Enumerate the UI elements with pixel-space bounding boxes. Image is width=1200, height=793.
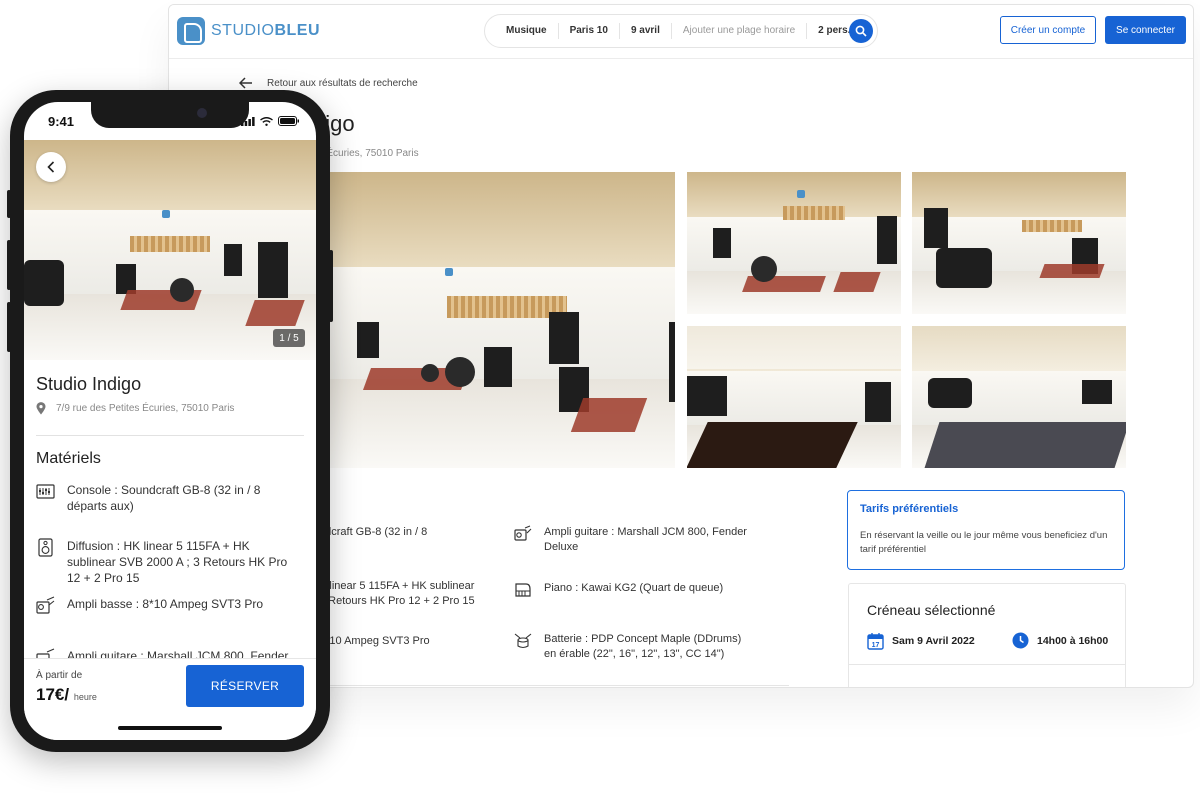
brand-name-bold: BLEU: [274, 22, 321, 39]
back-to-results-link[interactable]: Retour aux résultats de recherche: [239, 77, 418, 89]
equipment-text: Piano : Kawai KG2 (Quart de queue): [544, 582, 724, 594]
search-date[interactable]: 9 avril: [620, 23, 672, 39]
equipment-text: Batterie : PDP Concept Maple (DDrums) en…: [544, 633, 742, 660]
equipment-text: Diffusion : HK linear 5 115FA + HK subli…: [67, 539, 288, 585]
phone-screen: 9:41 1 / 5 Studio Indigo 7/9 rue des Pet…: [24, 102, 316, 740]
tarifs-text: En réservant la veille ou le jour même v…: [860, 530, 1108, 555]
slot-date[interactable]: 17 Sam 9 Avril 2022: [867, 632, 975, 650]
thumbnail-photo[interactable]: [687, 326, 901, 468]
equipment-item: Piano : Kawai KG2 (Quart de queue): [514, 581, 754, 599]
thumbnail-photo[interactable]: [912, 172, 1126, 314]
phone-studio-title: Studio Indigo: [36, 374, 142, 394]
guitar-amp-icon: [514, 525, 532, 541]
status-time: 9:41: [48, 114, 75, 129]
home-indicator: [118, 726, 222, 730]
brand-logo[interactable]: STUDIOBLEU: [177, 17, 320, 45]
divider: [319, 685, 789, 686]
phone-back-button[interactable]: [36, 152, 66, 182]
tarifs-title: Tarifs préférentiels: [860, 503, 959, 515]
equipment-item: Batterie : PDP Concept Maple (DDrums) en…: [514, 632, 754, 662]
thumbnail-photo[interactable]: [912, 326, 1126, 468]
clock-icon: [1012, 632, 1029, 649]
equipment-text: ndcraft GB-8 (32 in / 8: [319, 526, 428, 538]
equipment-item: ndcraft GB-8 (32 in / 8: [319, 525, 479, 540]
brand-name-light: STUDIO: [211, 22, 275, 39]
equipment-item: K linear 5 115FA + HK sublinear 8 Retour…: [319, 579, 519, 609]
price-value: 17€/ heure: [36, 685, 97, 704]
equipment-text: Console : Soundcraft GB-8 (32 in / 8 dép…: [67, 483, 261, 513]
slot-title: Créneau sélectionné: [867, 602, 996, 618]
back-label: Retour aux résultats de recherche: [267, 77, 418, 89]
equipment-item: Ampli basse : 8*10 Ampeg SVT3 Pro: [36, 596, 298, 615]
wifi-icon: [260, 116, 273, 126]
piano-icon: [515, 583, 531, 597]
equipment-item: Ampli guitare : Marshall JCM 800, Fender…: [514, 525, 754, 555]
equipment-section-title: Matériels: [36, 450, 101, 467]
chevron-left-icon: [47, 161, 55, 173]
phone-studio-address: 7/9 rue des Petites Écuries, 75010 Paris: [36, 402, 234, 415]
status-icons: [241, 116, 300, 126]
thumbnail-photo[interactable]: [687, 172, 901, 314]
drums-icon: [514, 633, 532, 649]
phone-gallery-photo[interactable]: [24, 140, 316, 360]
tarifs-card: Tarifs préférentiels En réservant la vei…: [847, 490, 1125, 570]
photo-counter: 1 / 5: [273, 329, 305, 347]
selected-slot-card: Créneau sélectionné 17 Sam 9 Avril 2022 …: [848, 583, 1126, 687]
mixing-console-icon: [36, 484, 55, 499]
reserve-button[interactable]: RÉSERVER: [186, 665, 304, 707]
speaker-icon: [38, 538, 53, 557]
equipment-item: Diffusion : HK linear 5 115FA + HK subli…: [36, 538, 298, 586]
location-pin-icon: [36, 402, 46, 415]
equipment-text: K linear 5 115FA + HK sublinear 8 Retour…: [319, 580, 475, 607]
signup-button[interactable]: Créer un compte: [1000, 16, 1096, 44]
arrow-left-icon: [239, 77, 252, 89]
search-button[interactable]: [849, 19, 873, 43]
divider: [36, 435, 304, 436]
main-photo[interactable]: [309, 172, 675, 468]
signal-icon: [241, 116, 255, 126]
equipment-text: Ampli basse : 8*10 Ampeg SVT3 Pro: [67, 597, 264, 611]
login-button[interactable]: Se connecter: [1105, 16, 1186, 44]
equipment-item: Console : Soundcraft GB-8 (32 in / 8 dép…: [36, 482, 298, 514]
logo-icon: [177, 17, 205, 45]
search-icon: [855, 25, 867, 37]
equipment-item: 8*10 Ampeg SVT3 Pro: [319, 634, 479, 649]
price-from-label: À partir de: [36, 670, 83, 681]
svg-text:17: 17: [872, 642, 880, 649]
divider: [849, 664, 1125, 665]
phone-mockup: 9:41 1 / 5 Studio Indigo 7/9 rue des Pet…: [7, 90, 333, 752]
equipment-text: 8*10 Ampeg SVT3 Pro: [319, 635, 430, 647]
slot-time[interactable]: 14h00 à 16h00: [1012, 632, 1108, 649]
search-bar[interactable]: Musique Paris 10 9 avril Ajouter une pla…: [484, 14, 878, 48]
battery-icon: [278, 116, 299, 126]
search-location[interactable]: Paris 10: [559, 23, 620, 39]
calendar-icon: 17: [867, 633, 884, 650]
equipment-text: Ampli guitare : Marshall JCM 800, Fender…: [544, 526, 747, 553]
price-unit: heure: [73, 692, 97, 702]
phone-notch: [91, 102, 249, 128]
top-navigation: STUDIOBLEU Musique Paris 10 9 avril Ajou…: [169, 5, 1193, 59]
bass-amp-icon: [36, 596, 55, 614]
search-category[interactable]: Musique: [495, 23, 559, 39]
search-time-range[interactable]: Ajouter une plage horaire: [672, 23, 808, 39]
